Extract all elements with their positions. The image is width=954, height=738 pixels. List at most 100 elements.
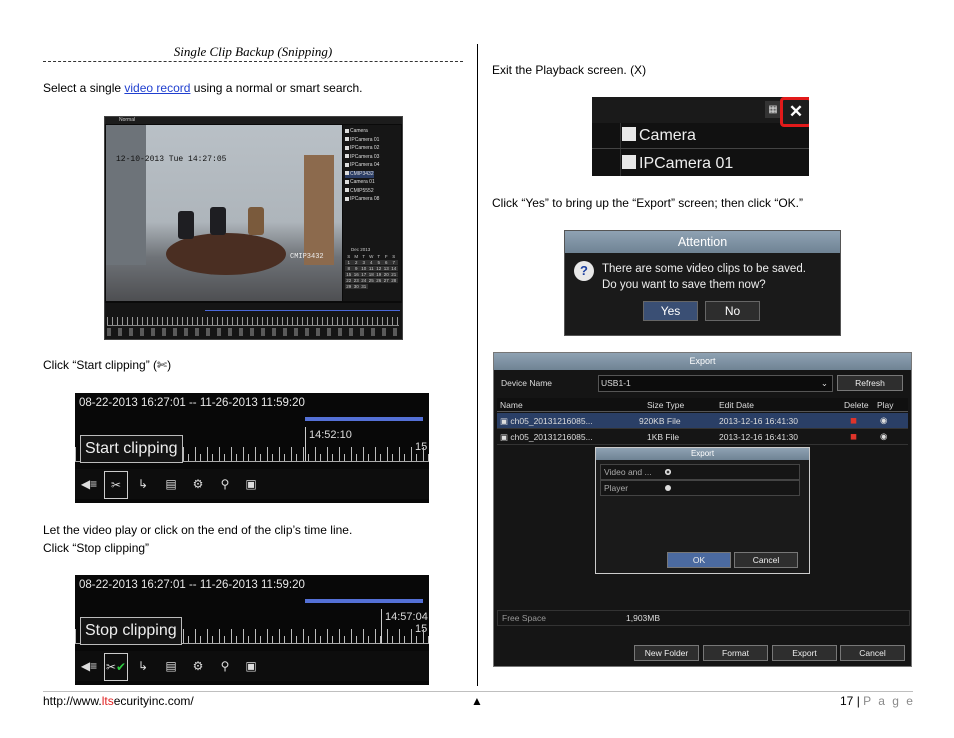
- calendar-day[interactable]: 17: [360, 272, 368, 277]
- tag-icon[interactable]: ↳: [133, 657, 153, 675]
- calendar-day[interactable]: 29: [345, 284, 353, 289]
- calendar-day[interactable]: 22: [345, 278, 353, 283]
- zoom-icon[interactable]: ⚲: [215, 475, 235, 493]
- calendar-day[interactable]: 30: [352, 284, 360, 289]
- checkbox-icon[interactable]: [345, 137, 349, 142]
- checkbox-icon[interactable]: [345, 145, 349, 150]
- export-option-player[interactable]: Player: [600, 480, 800, 496]
- calendar-day[interactable]: 28: [390, 278, 398, 283]
- calendar-day[interactable]: 2: [352, 260, 360, 265]
- export-button[interactable]: Export: [772, 645, 837, 661]
- camera-list-item[interactable]: IPCamera 04: [345, 162, 379, 169]
- file-icon[interactable]: ▤: [161, 657, 181, 675]
- calendar-day[interactable]: 10: [360, 266, 368, 271]
- playback-controls[interactable]: [107, 328, 399, 336]
- yes-button[interactable]: Yes: [643, 301, 698, 321]
- calendar-day[interactable]: 5: [375, 260, 383, 265]
- camera-name: IPCamera 01: [350, 136, 380, 143]
- calendar-day[interactable]: 20: [382, 272, 390, 277]
- export-option-video[interactable]: Video and ...: [600, 464, 800, 480]
- checkbox-icon[interactable]: [345, 162, 349, 167]
- camera-list-item[interactable]: IPCamera 01: [345, 137, 379, 144]
- calendar-day[interactable]: 9: [352, 266, 360, 271]
- zoom-icon[interactable]: ⚲: [215, 657, 235, 675]
- calendar-day[interactable]: 4: [367, 260, 375, 265]
- camera-list-item[interactable]: Camera 01: [345, 179, 375, 186]
- volume-icon[interactable]: ◀≡: [79, 657, 99, 675]
- calendar-day[interactable]: 26: [375, 278, 383, 283]
- checkbox-icon[interactable]: [345, 196, 349, 201]
- stop-clipping-button[interactable]: ✂✔: [104, 653, 128, 681]
- device-select[interactable]: USB1-1 ⌄: [598, 375, 833, 392]
- checkbox-icon[interactable]: [345, 128, 349, 133]
- cancel-button[interactable]: Cancel: [840, 645, 905, 661]
- tag-icon[interactable]: ↳: [133, 475, 153, 493]
- camera-list-item[interactable]: IPCamera 08: [345, 196, 379, 203]
- calendar-day[interactable]: 16: [352, 272, 360, 277]
- mode-select[interactable]: Normal: [119, 117, 135, 123]
- footer-url[interactable]: http://www.ltsecurityinc.com/: [43, 694, 194, 708]
- new-folder-button[interactable]: New Folder: [634, 645, 699, 661]
- calendar-day[interactable]: 27: [382, 278, 390, 283]
- settings-icon[interactable]: ⚙: [188, 475, 208, 493]
- file-icon[interactable]: ▤: [161, 475, 181, 493]
- calendar-day[interactable]: 15: [345, 272, 353, 277]
- camera-name: Camera: [350, 128, 368, 134]
- camera-row[interactable]: Camera: [622, 127, 696, 145]
- radio-selected-icon[interactable]: [665, 469, 671, 475]
- calendar-day[interactable]: 11: [367, 266, 375, 271]
- volume-icon[interactable]: ◀≡: [79, 475, 99, 493]
- calendar-day[interactable]: 6: [382, 260, 390, 265]
- calendar-day[interactable]: 23: [352, 278, 360, 283]
- weekday-label: T: [377, 254, 381, 259]
- camera-list-item[interactable]: CMIP5552: [345, 188, 374, 195]
- conference-table: [166, 233, 286, 275]
- close-button[interactable]: ✕: [780, 97, 809, 127]
- checkbox-icon[interactable]: [345, 154, 349, 159]
- settings-icon[interactable]: ⚙: [188, 657, 208, 675]
- calendar-day[interactable]: 1: [345, 260, 353, 265]
- table-row[interactable]: ▣ ch05_20131216085... 1KB File 2013-12-1…: [497, 429, 908, 445]
- camera-list-item[interactable]: IPCamera 02: [345, 145, 379, 152]
- checkbox-icon[interactable]: [345, 188, 349, 193]
- camera-list-item[interactable]: CMIP3432: [345, 170, 374, 178]
- playback-timeline[interactable]: [105, 303, 402, 339]
- image-icon[interactable]: ▣: [241, 475, 261, 493]
- calendar-day[interactable]: 7: [390, 260, 398, 265]
- video-record-link[interactable]: video record: [124, 81, 190, 95]
- start-clipping-button[interactable]: ✂: [104, 471, 128, 499]
- camera-list-item[interactable]: IPCamera 03: [345, 154, 379, 161]
- step-select-record: Select a single video record using a nor…: [43, 81, 363, 95]
- checkbox-icon[interactable]: [345, 179, 349, 184]
- format-button[interactable]: Format: [703, 645, 768, 661]
- camera-row[interactable]: IPCamera 01: [622, 155, 733, 173]
- calendar-day[interactable]: 18: [367, 272, 375, 277]
- calendar-day[interactable]: 8: [345, 266, 353, 271]
- calendar-day[interactable]: 24: [360, 278, 368, 283]
- play-icon[interactable]: ◉: [880, 415, 887, 426]
- radio-icon[interactable]: [665, 485, 671, 491]
- no-button[interactable]: No: [705, 301, 760, 321]
- minimize-icon[interactable]: ▦: [765, 101, 781, 118]
- refresh-button[interactable]: Refresh: [837, 375, 903, 391]
- calendar-day[interactable]: 12: [375, 266, 383, 271]
- ok-button[interactable]: OK: [667, 552, 731, 568]
- delete-icon[interactable]: ◼: [850, 415, 857, 426]
- checkbox-icon[interactable]: [345, 171, 349, 176]
- calendar-day[interactable]: 31: [360, 284, 368, 289]
- calendar-day[interactable]: 21: [390, 272, 398, 277]
- calendar-day[interactable]: 14: [390, 266, 398, 271]
- calendar-day[interactable]: 3: [360, 260, 368, 265]
- play-icon[interactable]: ◉: [880, 431, 887, 442]
- sub-cancel-button[interactable]: Cancel: [734, 552, 798, 568]
- calendar-day[interactable]: 13: [382, 266, 390, 271]
- column-divider: [477, 44, 478, 686]
- camera-list-item[interactable]: Camera: [345, 128, 368, 135]
- step-click-yes: Click “Yes” to bring up the “Export” scr…: [492, 196, 804, 210]
- image-icon[interactable]: ▣: [241, 657, 261, 675]
- calendar-header: Dec 2013: [351, 247, 371, 252]
- calendar-day[interactable]: 19: [375, 272, 383, 277]
- calendar-day[interactable]: 25: [367, 278, 375, 283]
- delete-icon[interactable]: ◼: [850, 431, 857, 442]
- table-row[interactable]: ▣ ch05_20131216085... 920KB File 2013-12…: [497, 413, 908, 429]
